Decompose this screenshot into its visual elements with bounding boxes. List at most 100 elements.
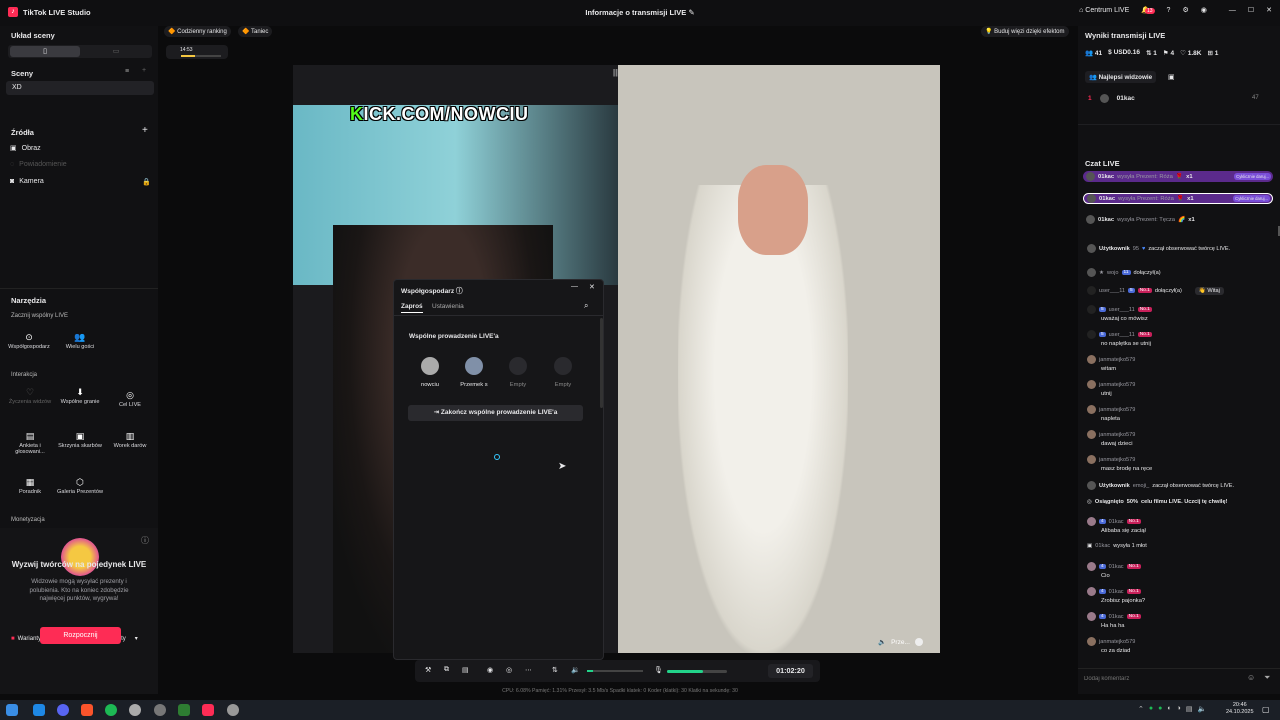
app-icon[interactable] [178,704,190,716]
guide-tool[interactable]: ▦ Poradnik [7,478,53,495]
gift-message[interactable]: 01kac wysyła Prezent: Róża 🌹 x1 Cyklicznie d… [1083,193,1273,204]
tab-invite[interactable]: Zaproś [401,303,423,313]
info-icon[interactable]: ⓘ [141,535,149,546]
scene-item[interactable]: XD [6,81,154,95]
pip-toggle-icon[interactable] [914,638,923,646]
filter-icon[interactable]: ⏷ [1264,673,1270,683]
end-cohost-button[interactable]: ⇥ Zakończ wspólne prowadzenie LIVE'a [408,405,583,421]
chat-event[interactable]: janmatejko579 [1087,430,1135,439]
source-image[interactable]: ▣ Obraz [10,144,41,153]
gift-tag[interactable]: Cyklicznie daruj... [1233,195,1270,202]
chat-event[interactable]: 4 01kac No.1 [1087,587,1141,596]
app-icon[interactable] [227,704,239,716]
chat-event[interactable]: ★ wojo 11 dołączył(a) [1087,268,1161,277]
lock-icon[interactable]: 🔒 [142,178,151,186]
emoji-icon[interactable]: ☺ [1247,673,1255,682]
chat-event[interactable]: janmatejko579 [1087,405,1135,414]
start-duel-button[interactable]: Rozpocznij [40,627,121,644]
effects-pill[interactable]: 💡 Buduj więzi dzięki efektom [981,26,1069,37]
equalizer-icon[interactable]: ⇅ [552,666,558,674]
cohost-slot[interactable]: Przemek s [454,357,494,388]
speaker-icon[interactable]: 🔈 [878,638,886,646]
multi-guest-tool[interactable]: 👥 Wielu gości [57,333,103,350]
microphone-icon[interactable]: 🎙 [654,666,663,674]
stream-info-link[interactable]: Informacje o transmisji LIVE ✎ [540,8,740,17]
comment-input[interactable] [1084,673,1244,684]
gift-gallery-tool[interactable]: ⬡ Galeria Prezentów [57,478,103,495]
tray-icon[interactable]: ◐ [1167,705,1171,713]
app-icon[interactable] [154,704,166,716]
spotify-icon[interactable] [105,704,117,716]
volume-icon[interactable]: 🔉 [571,666,580,674]
scrollbar[interactable] [600,318,603,408]
chat-event[interactable]: janmatejko579 [1087,380,1135,389]
gift-message[interactable]: 01kac wysyła Prezent: Tęcza 🌈 x1 [1083,214,1273,225]
chat-event[interactable]: 4 01kac No.1 [1087,612,1141,621]
network-icon[interactable]: ▤ [1186,705,1193,713]
source-camera[interactable]: ◙ Kamera [10,178,44,185]
portrait-layout-icon[interactable]: ▯ [10,46,80,57]
chat-event[interactable]: janmatejko579 [1087,455,1135,464]
speaker-icon[interactable]: 🔈 [1197,705,1206,713]
start-menu-icon[interactable] [6,704,18,716]
treasure-tool[interactable]: ▣ Skrzynia skarbów [57,432,103,449]
source-notification[interactable]: ◌ Powiadomienie [10,161,67,168]
settings-gear-icon[interactable]: ⚙ [1182,6,1188,14]
discord-icon[interactable] [57,704,69,716]
layout-toggle[interactable]: ▯ ▭ [8,45,152,58]
chrome-icon[interactable] [129,704,141,716]
gift-message[interactable]: 01kac wysyła Prezent: Róża 🌹 x1 Cyklicznie d… [1083,171,1273,182]
notification-center-icon[interactable]: ▢ [1262,705,1270,714]
maximize-button[interactable]: ☐ [1248,6,1254,14]
spotify-tray-icon[interactable]: ● [1149,705,1153,713]
tray-icon[interactable]: ◑ [1177,705,1181,713]
goal-tool[interactable]: ◎ Cel LIVE [107,391,153,408]
chat-event[interactable]: Użytkownik 95 ♥ zaczął obserwować twórcę LI… [1087,244,1230,253]
app-icon[interactable] [33,704,45,716]
help-circle-icon[interactable]: ⓘ [456,288,463,295]
profile-avatar[interactable]: ◉ [1201,6,1207,14]
minimize-button[interactable]: — [1229,7,1236,14]
top-viewer-row[interactable]: 1 01kac [1088,94,1135,103]
chat-event[interactable]: 4 01kac No.1 [1087,517,1141,526]
system-tray[interactable]: ⌃ ● ● ◐ ◑ ▤ 🔈 [1138,705,1206,713]
volume-slider[interactable] [587,670,643,672]
close-window-button[interactable]: ✕ [1266,6,1272,14]
chat-event[interactable]: Użytkownik emoji_ zaczął obserwować twórcę… [1087,481,1234,490]
brave-icon[interactable] [81,704,93,716]
clock[interactable]: 20:46 24.10.2025 [1226,702,1254,716]
add-source-icon[interactable]: + [142,125,148,136]
layout-icon[interactable]: ⧉ [444,666,449,674]
tiktok-live-studio-icon[interactable] [202,704,214,716]
help-icon[interactable]: ? [1167,7,1171,14]
list-icon[interactable]: ≡ [125,68,129,75]
more-icon[interactable]: ⋯ [525,666,532,674]
welcome-button[interactable]: 👋 Witaj [1194,286,1224,295]
chevron-up-icon[interactable]: ⌃ [1138,705,1144,713]
cohost-slot[interactable]: Empty [543,357,583,388]
dance-pill[interactable]: 🔶 Taniec [238,26,273,37]
poll-tool[interactable]: ▤ Ankieta i głosowani... [7,432,53,456]
replay-icon[interactable]: ◎ [506,666,512,674]
mic-slider[interactable] [667,670,727,673]
cohost-slot[interactable]: Empty [498,357,538,388]
list-icon[interactable]: ▣ [1168,73,1175,81]
ranking-card[interactable]: 14:53 [166,45,228,59]
gift-tag[interactable]: Cyklicznie daruj... [1234,173,1271,180]
top-viewers-tab[interactable]: 👥 Najlepsi widzowie [1085,71,1157,83]
chat-event[interactable]: user___11 5 No.1 dołączył(a) 👋 Witaj [1087,286,1224,295]
pip-controls[interactable]: 🔈 Prze... [878,638,923,646]
chat-event[interactable]: janmatejko579 [1087,355,1135,364]
cohost-tool[interactable]: ⊙ Współgospodarz [6,333,52,350]
chat-event[interactable]: 4 01kac No.1 [1087,562,1141,571]
landscape-layout-icon[interactable]: ▭ [82,46,150,57]
close-dialog-icon[interactable]: ✕ [589,283,595,291]
search-icon[interactable]: ⌕ [584,301,588,311]
minimize-dialog-icon[interactable]: — [571,283,578,290]
chat-event[interactable]: janmatejko579 [1087,637,1135,646]
tab-settings[interactable]: Ustawienia [432,303,464,310]
game-tool[interactable]: ⬇ Wspólne granie [57,388,103,405]
gift-bag-tool[interactable]: ▥ Worek darów [107,432,153,449]
daily-ranking-pill[interactable]: 🔶 Codzienny ranking [164,26,231,37]
chat-event[interactable]: 5 user___11 No.1 [1087,330,1152,339]
